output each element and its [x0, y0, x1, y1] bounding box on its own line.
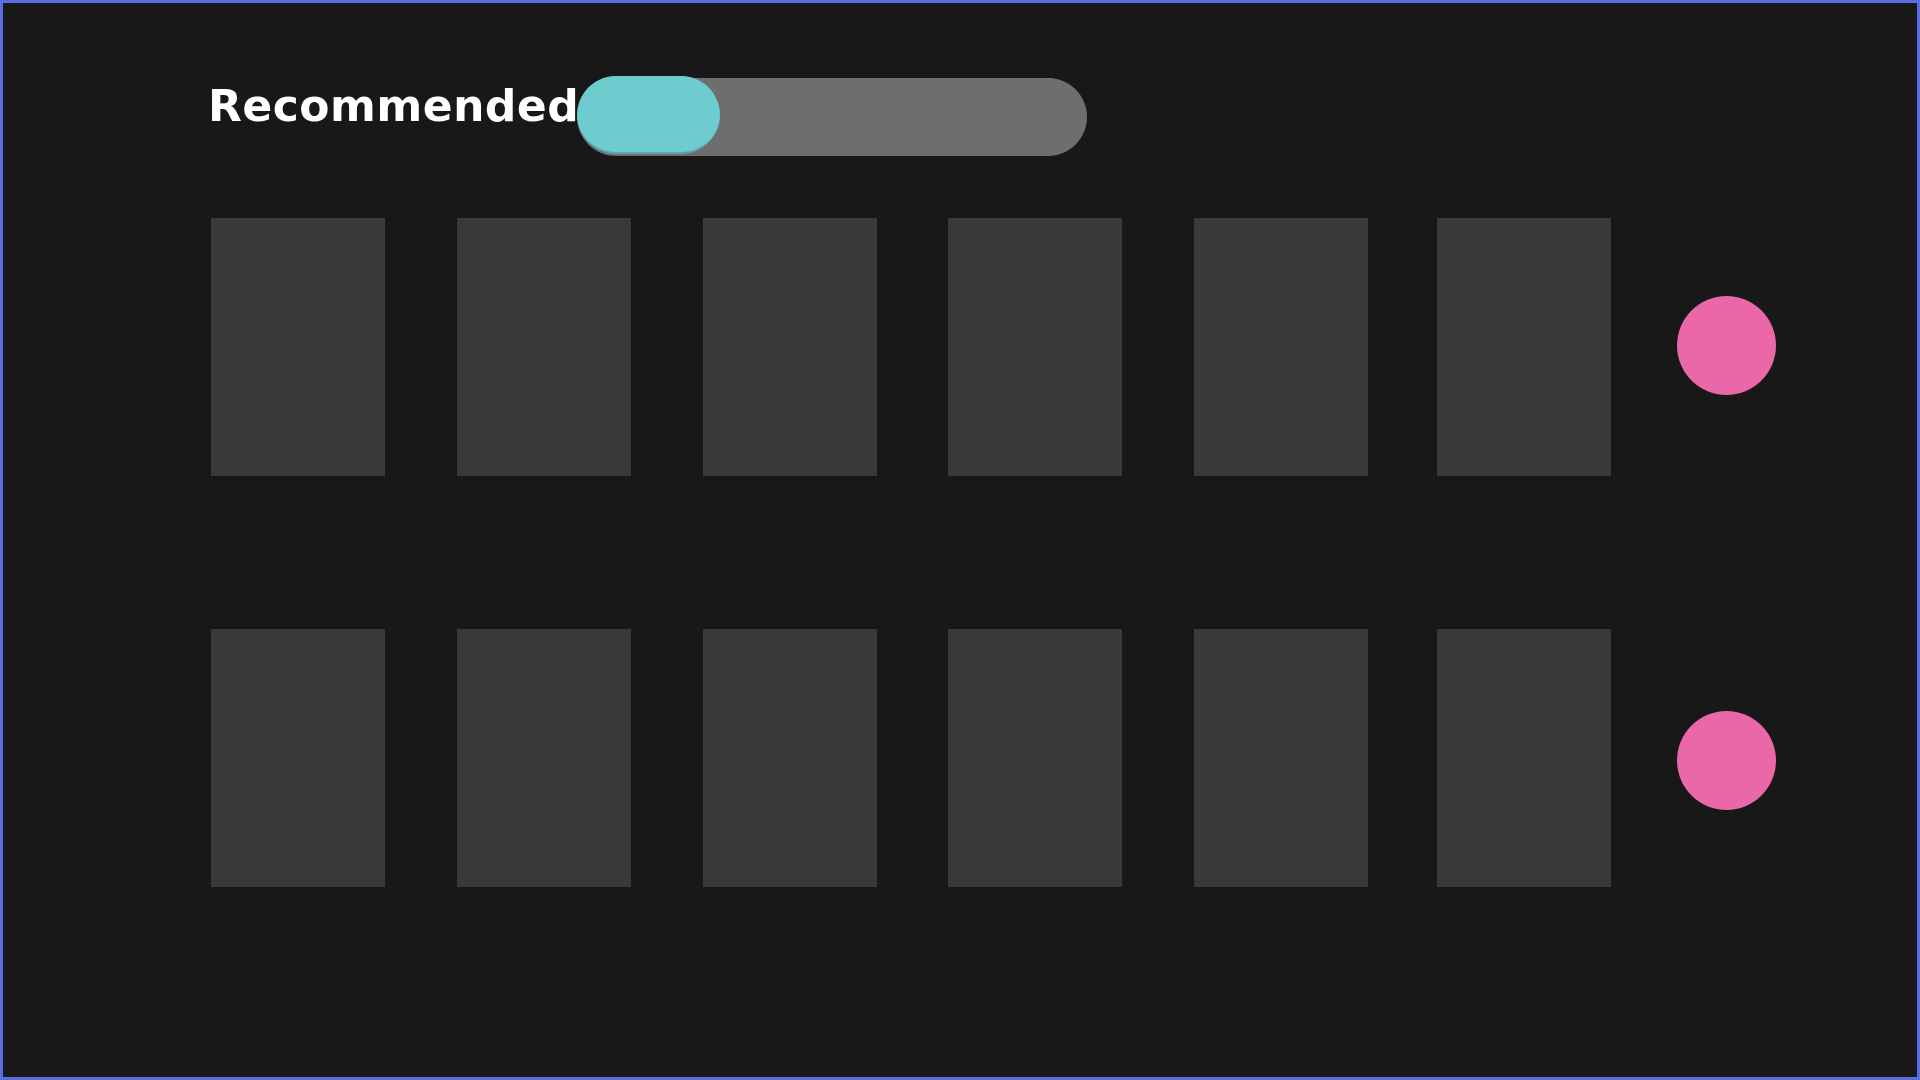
card-row2-4[interactable]: [948, 629, 1122, 887]
card-row1-4[interactable]: [948, 218, 1122, 476]
card-row2-5[interactable]: [1194, 629, 1368, 887]
card-row1-2[interactable]: [457, 218, 631, 476]
card-row2-3[interactable]: [703, 629, 877, 887]
card-row2-2[interactable]: [457, 629, 631, 887]
row1-action-button[interactable]: [1677, 296, 1776, 395]
row2-action-button[interactable]: [1677, 711, 1776, 810]
toggle-knob[interactable]: [577, 76, 720, 154]
card-row2-1[interactable]: [211, 629, 385, 887]
card-row1-5[interactable]: [1194, 218, 1368, 476]
card-row2-6[interactable]: [1437, 629, 1611, 887]
card-row1-3[interactable]: [703, 218, 877, 476]
view-toggle[interactable]: [577, 76, 1087, 156]
app-window: Recommended: [0, 0, 1920, 1080]
card-row1-6[interactable]: [1437, 218, 1611, 476]
section-title: Recommended: [208, 81, 580, 132]
card-row1-1[interactable]: [211, 218, 385, 476]
